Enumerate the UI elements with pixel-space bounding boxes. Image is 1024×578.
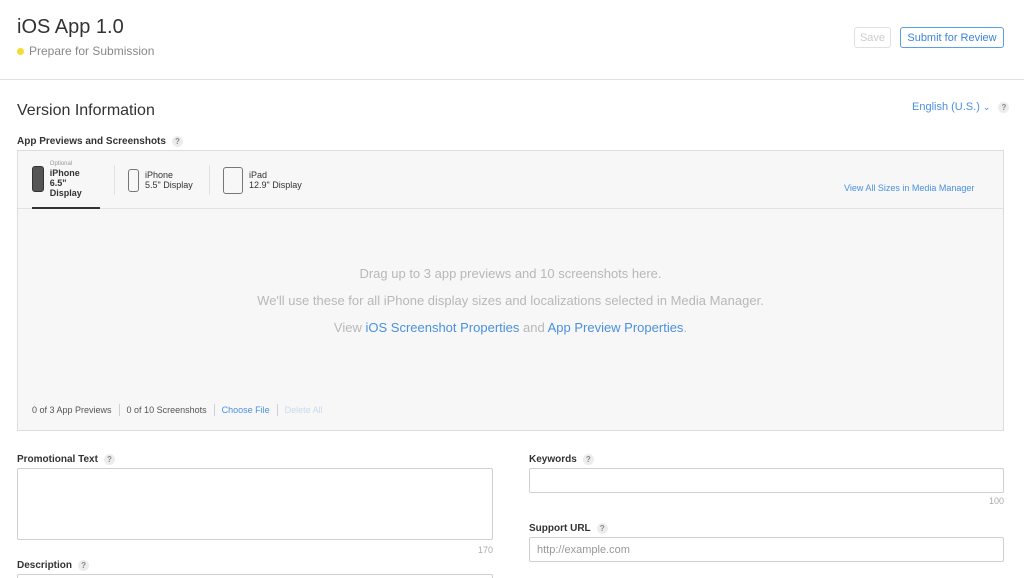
tab-iphone-65[interactable]: Optional iPhone 6.5" Display xyxy=(32,151,100,209)
divider xyxy=(276,404,278,416)
help-icon[interactable]: ? xyxy=(582,454,594,465)
help-icon[interactable]: ? xyxy=(596,523,608,534)
drop-description: We'll use these for all iPhone display s… xyxy=(257,293,764,308)
media-label-text: App Previews and Screenshots xyxy=(17,136,166,147)
keywords-counter: 100 xyxy=(988,496,1004,506)
tab-optional-label: Optional xyxy=(49,161,73,167)
media-drop-zone[interactable]: Optional iPhone 6.5" Display iPhone 5.5"… xyxy=(17,150,1004,431)
support-url-placeholder: http://example.com xyxy=(537,544,630,556)
keywords-label-text: Keywords xyxy=(529,454,577,465)
ipad-icon xyxy=(223,166,243,194)
support-url-input[interactable]: http://example.com xyxy=(529,537,1004,562)
chevron-down-icon[interactable]: ⌄ xyxy=(983,102,991,113)
media-footer: 0 of 3 App Previews 0 of 10 Screenshots … xyxy=(32,404,323,416)
app-title: iOS App 1.0 xyxy=(17,16,124,38)
tab-device-name: iPad xyxy=(249,170,268,180)
ios-screenshot-properties-link[interactable]: iOS Screenshot Properties xyxy=(365,320,519,335)
app-preview-properties-link[interactable]: App Preview Properties xyxy=(548,320,684,335)
promotional-text-counter: 170 xyxy=(477,545,493,555)
view-all-sizes-link[interactable]: View All Sizes in Media Manager xyxy=(844,183,974,193)
status-text: Prepare for Submission xyxy=(29,44,155,58)
keywords-label: Keywords ? xyxy=(529,454,594,465)
status-indicator: Prepare for Submission xyxy=(17,44,154,58)
media-label: App Previews and Screenshots ? xyxy=(17,136,183,147)
tab-divider xyxy=(114,165,115,195)
drop-properties-line: View iOS Screenshot Properties and App P… xyxy=(333,320,688,335)
description-label: Description ? xyxy=(17,560,90,571)
promotional-text-label: Promotional Text ? xyxy=(17,454,115,465)
help-icon[interactable]: ? xyxy=(103,454,115,465)
support-url-label-text: Support URL xyxy=(529,523,591,534)
device-tabs: Optional iPhone 6.5" Display iPhone 5.5"… xyxy=(18,151,1003,209)
help-icon[interactable]: ? xyxy=(78,560,90,571)
tab-display-size: 5.5" Display xyxy=(145,180,193,190)
tab-ipad[interactable]: iPad 12.9" Display xyxy=(223,151,302,209)
app-previews-count: 0 of 3 App Previews xyxy=(32,405,112,415)
page-header: iOS App 1.0 Prepare for Submission Save … xyxy=(0,0,1024,80)
divider xyxy=(213,404,215,416)
description-label-text: Description xyxy=(17,560,73,571)
tab-iphone-55[interactable]: iPhone 5.5" Display xyxy=(128,151,193,209)
tab-device-name: iPhone xyxy=(49,168,80,178)
keywords-input[interactable] xyxy=(529,468,1004,493)
support-url-label: Support URL ? xyxy=(529,523,608,534)
iphone-65-icon xyxy=(32,166,44,192)
language-label[interactable]: English (U.S.) xyxy=(912,101,980,113)
tab-display-size: 12.9" Display xyxy=(249,180,302,190)
save-button[interactable]: Save xyxy=(854,27,891,48)
screenshots-count: 0 of 10 Screenshots xyxy=(126,405,207,415)
status-dot-icon xyxy=(17,47,24,55)
choose-file-link[interactable]: Choose File xyxy=(222,405,270,415)
submit-for-review-button[interactable]: Submit for Review xyxy=(900,27,1004,48)
divider xyxy=(118,404,120,416)
tab-device-name: iPhone xyxy=(145,170,174,180)
section-title: Version Information xyxy=(17,102,155,119)
drop-instructions: Drag up to 3 app previews and 10 screens… xyxy=(359,266,662,281)
help-icon[interactable]: ? xyxy=(998,101,1010,113)
language-selector[interactable]: English (U.S.) ⌄ ? xyxy=(912,101,1010,113)
promotional-text-input[interactable] xyxy=(17,468,493,540)
delete-all-link: Delete All xyxy=(284,405,323,415)
help-icon[interactable]: ? xyxy=(171,136,183,147)
promotional-text-label-text: Promotional Text xyxy=(17,454,98,465)
tab-divider xyxy=(209,165,210,195)
iphone-55-icon xyxy=(128,168,139,192)
tab-display-size: 6.5" Display xyxy=(49,178,82,198)
description-input[interactable] xyxy=(17,574,493,578)
